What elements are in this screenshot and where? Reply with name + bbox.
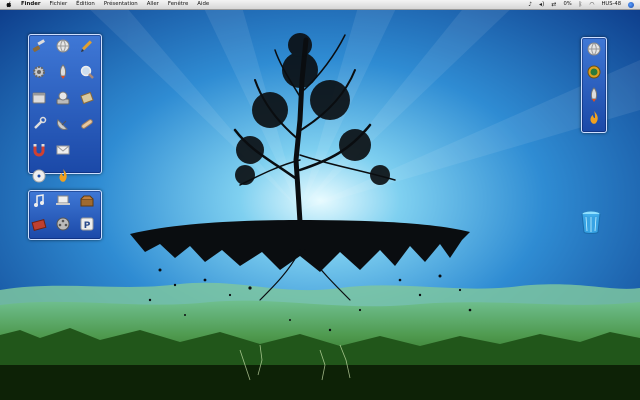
svg-text:P: P bbox=[84, 221, 91, 231]
envelope-icon[interactable] bbox=[54, 141, 72, 159]
menu-fenetre[interactable]: Fenêtre bbox=[168, 0, 188, 9]
flame-icon[interactable] bbox=[54, 167, 72, 185]
app-drawer-media: P bbox=[28, 190, 102, 240]
sync-icon[interactable]: ⇄ bbox=[551, 0, 556, 9]
magnifier-icon[interactable] bbox=[78, 63, 96, 81]
film-reel-icon[interactable] bbox=[54, 215, 72, 233]
globe-icon[interactable] bbox=[585, 40, 603, 58]
stamp-icon[interactable] bbox=[78, 89, 96, 107]
trash-icon[interactable] bbox=[580, 209, 602, 235]
menu-aller[interactable]: Aller bbox=[147, 0, 159, 9]
app-drawer-right bbox=[581, 37, 607, 133]
music-note-icon[interactable]: ♪ bbox=[528, 0, 532, 9]
laptop-icon[interactable] bbox=[54, 192, 72, 210]
brush-icon[interactable] bbox=[30, 37, 48, 55]
battery-status[interactable]: 0% bbox=[563, 0, 571, 9]
music-note-icon[interactable] bbox=[30, 192, 48, 210]
app-drawer-left bbox=[28, 34, 102, 183]
satellite-dish-icon[interactable] bbox=[54, 115, 72, 133]
empty-slot bbox=[78, 141, 96, 159]
menu-aide[interactable]: Aide bbox=[197, 0, 209, 9]
menu-bar: Finder Fichier Édition Présentation Alle… bbox=[0, 0, 640, 10]
toolbox-icon[interactable] bbox=[30, 215, 48, 233]
menu-fichier[interactable]: Fichier bbox=[50, 0, 68, 9]
app-window-icon[interactable] bbox=[30, 89, 48, 107]
clock[interactable]: HUS-48 bbox=[602, 0, 621, 9]
disk-utility-icon[interactable] bbox=[54, 89, 72, 107]
badge-icon[interactable] bbox=[585, 63, 603, 81]
chest-icon[interactable] bbox=[78, 192, 96, 210]
volume-icon[interactable]: ◂) bbox=[539, 0, 544, 9]
menu-extras: ♪ ◂) ⇄ 0% ᛒ ◠ HUS-48 bbox=[528, 0, 640, 9]
flame-icon[interactable] bbox=[585, 109, 603, 127]
spotlight-icon[interactable] bbox=[628, 1, 634, 8]
menu-edition[interactable]: Édition bbox=[76, 0, 95, 9]
bluetooth-icon[interactable]: ᛒ bbox=[579, 0, 583, 9]
rocket-icon[interactable] bbox=[585, 86, 603, 104]
gear-icon[interactable] bbox=[30, 63, 48, 81]
apple-icon[interactable] bbox=[6, 1, 12, 8]
wifi-icon[interactable]: ◠ bbox=[589, 0, 594, 9]
p-icon[interactable]: P bbox=[78, 215, 96, 233]
globe-icon[interactable] bbox=[54, 37, 72, 55]
wrench-icon[interactable] bbox=[30, 115, 48, 133]
bandage-icon[interactable] bbox=[78, 115, 96, 133]
magnet-icon[interactable] bbox=[30, 141, 48, 159]
pencil-icon[interactable] bbox=[78, 37, 96, 55]
rocket-icon[interactable] bbox=[54, 63, 72, 81]
menu-finder[interactable]: Finder bbox=[21, 0, 41, 9]
menu-presentation[interactable]: Présentation bbox=[104, 0, 138, 9]
cd-icon[interactable] bbox=[30, 167, 48, 185]
